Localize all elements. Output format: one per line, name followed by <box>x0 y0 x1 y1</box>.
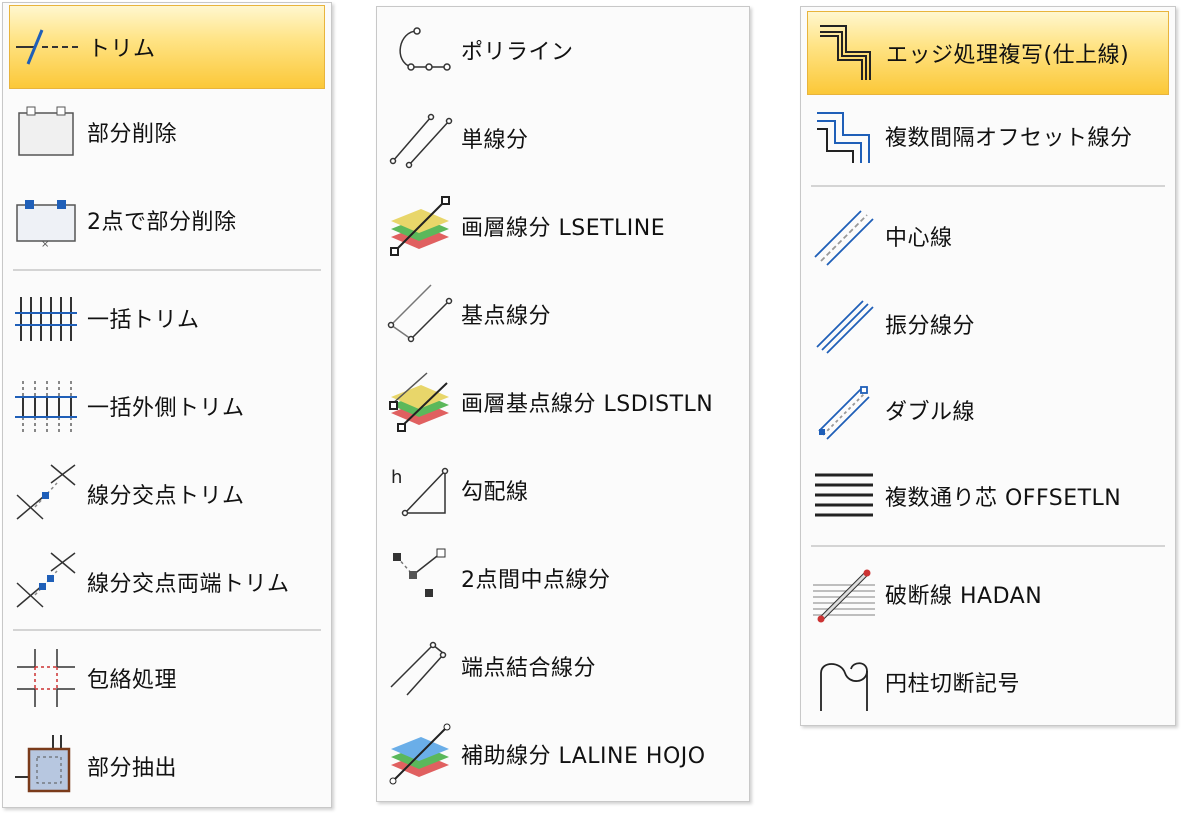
menu-item-cylinder-cut-symbol[interactable]: 円柱切断記号 <box>807 647 1169 717</box>
menu-item-midpoint-line[interactable]: 2点間中点線分 <box>383 543 743 613</box>
menu-item-label: 一括トリム <box>87 308 200 333</box>
menu-item-label: 勾配線 <box>461 480 529 505</box>
trim-menu: トリム 部分削除 × 2点で部分削除 一括トリム 一括外側トリム 線分交点トリム <box>2 2 332 808</box>
menu-item-label: 画層基点線分 LSDISTLN <box>461 392 714 417</box>
menu-item-label: 中心線 <box>885 226 953 251</box>
menu-item-label: 振分線分 <box>885 314 976 339</box>
endpoint-join-line-icon <box>387 633 453 699</box>
menu-item-segment-intersection-both-ends-trim[interactable]: 線分交点両端トリム <box>9 547 325 617</box>
midpoint-line-icon <box>387 545 453 611</box>
menu-separator <box>13 629 321 631</box>
menu-item-label: 補助線分 LALINE HOJO <box>461 744 706 769</box>
menu-item-label: 複数通り芯 OFFSETLN <box>885 486 1122 511</box>
menu-item-batch-outer-trim[interactable]: 一括外側トリム <box>9 371 325 441</box>
break-line-icon <box>811 561 877 627</box>
slope-line-icon: h <box>387 457 453 523</box>
line-menu: ポリライン 単線分 画層線分 LSETLINE 基点線分 画層基点線分 LSDI… <box>376 6 750 802</box>
menu-item-partial-delete[interactable]: 部分削除 <box>9 97 325 167</box>
menu-item-envelope-process[interactable]: 包絡処理 <box>9 643 325 713</box>
menu-item-label: ダブル線 <box>885 400 976 425</box>
menu-item-endpoint-join-line[interactable]: 端点結合線分 <box>383 631 743 701</box>
trim-icon <box>14 14 80 80</box>
menu-item-label: 端点結合線分 <box>461 656 597 681</box>
menu-item-label: 包絡処理 <box>87 668 178 693</box>
auxiliary-line-icon <box>387 721 453 787</box>
layer-line-icon <box>387 193 453 259</box>
menu-item-label: 線分交点両端トリム <box>87 572 290 597</box>
batch-trim-icon <box>13 285 79 351</box>
menu-item-layer-line[interactable]: 画層線分 LSETLINE <box>383 191 743 261</box>
single-line-icon <box>387 105 453 171</box>
menu-item-label: 円柱切断記号 <box>885 672 1021 697</box>
partial-delete-icon <box>13 99 79 165</box>
menu-separator <box>811 185 1165 187</box>
menu-item-layer-base-point-line[interactable]: 画層基点線分 LSDISTLN <box>383 367 743 437</box>
cylinder-cut-symbol-icon <box>811 649 877 715</box>
menu-item-two-point-partial-delete[interactable]: × 2点で部分削除 <box>9 185 325 255</box>
segment-intersection-both-ends-trim-icon <box>13 549 79 615</box>
menu-item-trim[interactable]: トリム <box>9 5 325 89</box>
menu-item-slope-line[interactable]: h 勾配線 <box>383 455 743 525</box>
segment-intersection-trim-icon <box>13 461 79 527</box>
menu-item-base-point-line[interactable]: 基点線分 <box>383 279 743 349</box>
svg-text:×: × <box>41 239 49 250</box>
menu-item-center-line[interactable]: 中心線 <box>807 201 1169 271</box>
envelope-process-icon <box>13 645 79 711</box>
svg-text:h: h <box>391 467 402 488</box>
menu-item-label: 複数間隔オフセット線分 <box>885 126 1133 151</box>
menu-item-break-line[interactable]: 破断線 HADAN <box>807 559 1169 629</box>
base-point-line-icon <box>387 281 453 347</box>
menu-item-polyline[interactable]: ポリライン <box>383 15 743 85</box>
multi-grid-line-icon <box>811 463 877 529</box>
menu-item-label: ポリライン <box>461 40 574 65</box>
multi-interval-offset-icon <box>811 103 877 169</box>
split-line-icon <box>811 291 877 357</box>
menu-item-label: 線分交点トリム <box>87 484 245 509</box>
layer-base-point-line-icon <box>387 369 453 435</box>
menu-item-label: 部分抽出 <box>87 756 178 781</box>
menu-item-single-line[interactable]: 単線分 <box>383 103 743 173</box>
menu-item-label: 部分削除 <box>87 122 178 147</box>
menu-separator <box>13 269 321 271</box>
menu-separator <box>811 545 1165 547</box>
two-point-partial-delete-icon: × <box>13 187 79 253</box>
menu-item-label: 一括外側トリム <box>87 396 245 421</box>
polyline-icon <box>387 17 453 83</box>
menu-item-label: 2点で部分削除 <box>87 210 237 235</box>
menu-item-partial-extract[interactable]: 部分抽出 <box>9 731 325 801</box>
menu-item-split-line[interactable]: 振分線分 <box>807 289 1169 359</box>
menu-item-segment-intersection-trim[interactable]: 線分交点トリム <box>9 459 325 529</box>
menu-item-double-line[interactable]: ダブル線 <box>807 375 1169 445</box>
edge-copy-icon <box>812 20 878 86</box>
menu-item-edge-copy[interactable]: エッジ処理複写(仕上線) <box>807 11 1169 95</box>
partial-extract-icon <box>13 733 79 799</box>
menu-item-batch-trim[interactable]: 一括トリム <box>9 283 325 353</box>
center-line-icon <box>811 203 877 269</box>
menu-item-label: エッジ処理複写(仕上線) <box>886 43 1130 68</box>
offset-menu: エッジ処理複写(仕上線) 複数間隔オフセット線分 中心線 振分線分 ダブル線 複… <box>800 6 1176 726</box>
menu-item-multi-grid-line[interactable]: 複数通り芯 OFFSETLN <box>807 461 1169 531</box>
double-line-icon <box>811 377 877 443</box>
batch-outer-trim-icon <box>13 373 79 439</box>
menu-item-label: 2点間中点線分 <box>461 568 611 593</box>
menu-item-label: 単線分 <box>461 128 529 153</box>
menu-item-label: 破断線 HADAN <box>885 584 1043 609</box>
menu-item-auxiliary-line[interactable]: 補助線分 LALINE HOJO <box>383 719 743 789</box>
menu-item-multi-interval-offset[interactable]: 複数間隔オフセット線分 <box>807 101 1169 171</box>
menu-item-label: 画層線分 LSETLINE <box>461 216 666 241</box>
menu-item-label: 基点線分 <box>461 304 552 329</box>
menu-item-label: トリム <box>88 37 156 62</box>
